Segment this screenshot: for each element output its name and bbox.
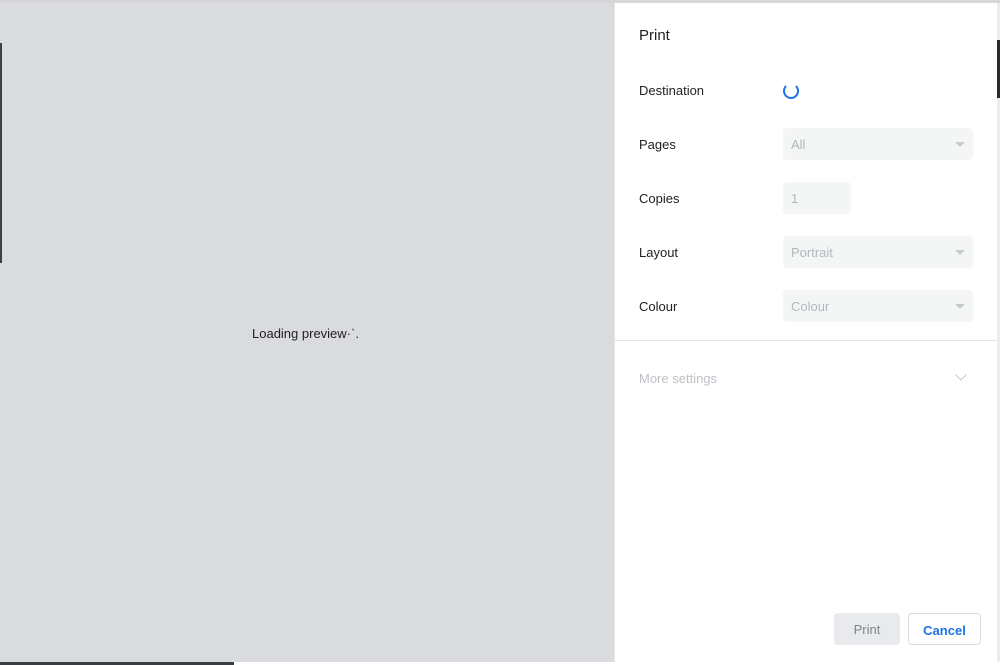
print-button[interactable]: Print <box>834 613 900 645</box>
colour-label: Colour <box>639 299 678 314</box>
colour-select[interactable]: Colour <box>783 290 973 322</box>
layout-select[interactable]: Portrait <box>783 236 973 268</box>
colour-select-value: Colour <box>791 299 830 314</box>
pages-select[interactable]: All <box>783 128 973 160</box>
copies-input[interactable]: 1 <box>783 182 851 214</box>
print-settings-sidebar: Print Destination Pages All Copies 1 Lay… <box>614 3 998 662</box>
pages-select-value: All <box>791 137 806 152</box>
copies-input-value: 1 <box>791 191 799 206</box>
cancel-button[interactable]: Cancel <box>908 613 981 645</box>
preview-area: Loading preview·ˋ. <box>0 3 614 665</box>
dropdown-caret-icon <box>955 250 965 255</box>
pages-label: Pages <box>639 137 676 152</box>
loading-preview-text: Loading preview·ˋ. <box>252 326 359 341</box>
destination-label: Destination <box>639 83 705 98</box>
layout-select-value: Portrait <box>791 245 833 260</box>
layout-label: Layout <box>639 245 679 260</box>
chevron-down-icon[interactable] <box>955 369 967 381</box>
dropdown-caret-icon <box>955 304 965 309</box>
preview-left-edge <box>0 43 2 263</box>
more-settings-toggle[interactable]: More settings <box>639 371 717 386</box>
copies-label: Copies <box>639 191 680 206</box>
dialog-title: Print <box>639 27 670 44</box>
loading-spinner-icon <box>783 83 799 99</box>
section-divider <box>615 340 998 341</box>
dropdown-caret-icon <box>955 142 965 147</box>
